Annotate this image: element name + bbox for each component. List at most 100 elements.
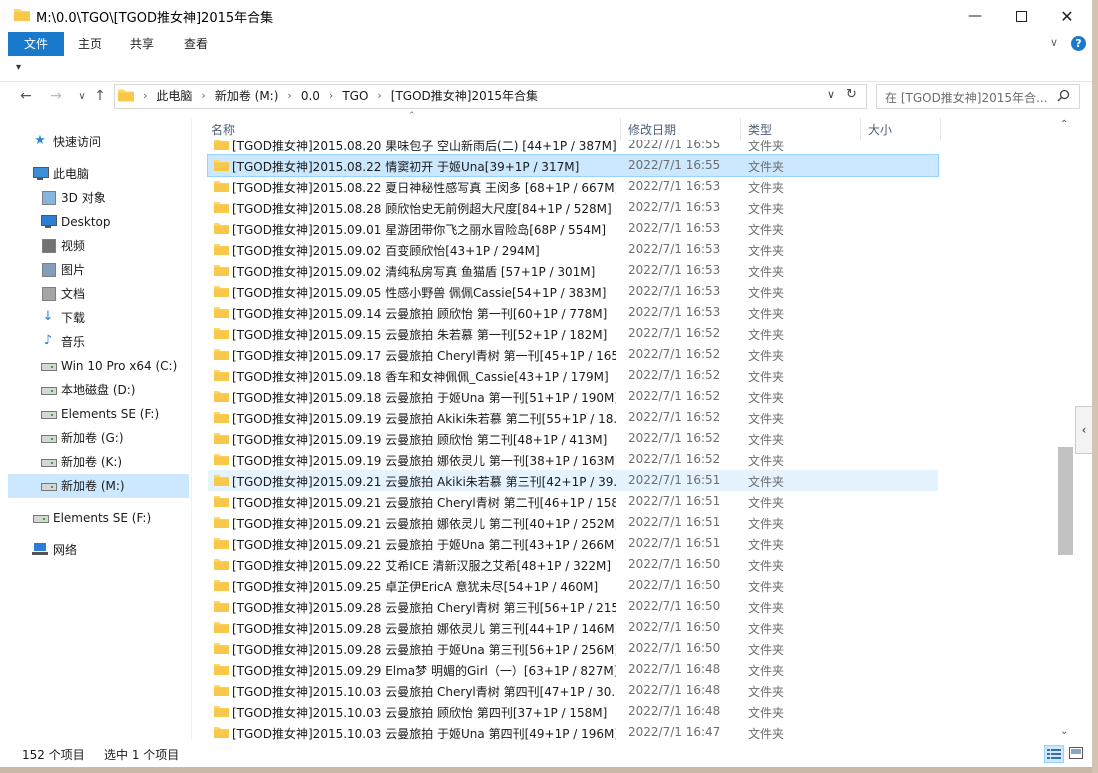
- large-icons-view-button[interactable]: [1067, 745, 1085, 761]
- file-row[interactable]: [TGOD推女神]2015.08.20 果味包子 空山新雨后(二) [44+1P…: [208, 140, 938, 155]
- sidebar-item[interactable]: 音乐: [61, 330, 85, 354]
- file-name: [TGOD推女神]2015.08.22 情窦初开 于姬Una[39+1P / 3…: [232, 160, 580, 174]
- file-name: [TGOD推女神]2015.10.03 云曼旅拍 于姬Una 第四刊[49+1P…: [232, 727, 616, 740]
- folder-icon: [214, 559, 229, 570]
- tab-file[interactable]: 文件: [8, 32, 64, 56]
- scroll-down-icon[interactable]: ⌄: [1060, 726, 1068, 737]
- up-button[interactable]: ↑: [90, 86, 110, 106]
- breadcrumb-current-folder[interactable]: [TGOD推女神]2015年合集: [387, 87, 542, 104]
- file-date-modified: 2022/7/1 16:53: [628, 242, 721, 256]
- sidebar-item[interactable]: 本地磁盘 (D:): [61, 378, 135, 402]
- sidebar-item[interactable]: Elements SE (F:): [61, 402, 159, 426]
- ribbon-expand-chevron-icon[interactable]: ∨: [1050, 36, 1058, 49]
- sidebar-item[interactable]: 下载: [61, 306, 85, 330]
- file-row[interactable]: [TGOD推女神]2015.09.25 卓芷伊EricA 意犹未尽[54+1P …: [208, 575, 938, 596]
- arrow-left-icon: ←: [20, 88, 32, 104]
- sidebar-item[interactable]: 文档: [61, 282, 85, 306]
- file-type: 文件夹: [748, 517, 785, 531]
- file-row[interactable]: [TGOD推女神]2015.09.14 云曼旅拍 顾欣怡 第一刊[60+1P /…: [208, 302, 938, 323]
- file-row[interactable]: [TGOD推女神]2015.09.21 云曼旅拍 Cheryl青树 第二刊[46…: [208, 491, 938, 512]
- file-row[interactable]: [TGOD推女神]2015.09.15 云曼旅拍 朱若慕 第一刊[52+1P /…: [208, 323, 938, 344]
- file-row[interactable]: [TGOD推女神]2015.10.03 云曼旅拍 顾欣怡 第四刊[37+1P /…: [208, 701, 938, 722]
- column-divider[interactable]: [740, 118, 741, 140]
- folder-icon: [214, 538, 229, 549]
- sidebar-item[interactable]: 3D 对象: [61, 186, 106, 210]
- file-date-modified: 2022/7/1 16:55: [628, 140, 721, 151]
- file-row[interactable]: [TGOD推女神]2015.09.22 艾希ICE 清新汉服之艾希[48+1P …: [208, 554, 938, 575]
- column-name[interactable]: 名称: [211, 121, 235, 138]
- breadcrumb-drive-m[interactable]: 新加卷 (M:): [211, 87, 283, 104]
- scrollbar-thumb[interactable]: [1058, 447, 1073, 555]
- file-row[interactable]: [TGOD推女神]2015.09.21 云曼旅拍 Akiki朱若慕 第三刊[42…: [208, 470, 938, 491]
- column-type[interactable]: 类型: [748, 121, 772, 138]
- sidebar-item[interactable]: 视频: [61, 234, 85, 258]
- sidebar-item[interactable]: 新加卷 (G:): [61, 426, 124, 450]
- file-date-modified: 2022/7/1 16:53: [628, 305, 721, 319]
- column-size[interactable]: 大小: [868, 121, 892, 138]
- sidebar-item[interactable]: 快速访问: [53, 130, 101, 154]
- file-row[interactable]: [TGOD推女神]2015.08.28 顾欣怡史无前例超大尺度[84+1P / …: [208, 197, 938, 218]
- minimize-button[interactable]: —: [952, 0, 998, 32]
- column-date-modified[interactable]: 修改日期: [628, 121, 676, 138]
- file-name: [TGOD推女神]2015.09.01 星游团带你飞之丽水冒险岛[68P / 5…: [232, 223, 606, 237]
- file-row[interactable]: [TGOD推女神]2015.09.01 星游团带你飞之丽水冒险岛[68P / 5…: [208, 218, 938, 239]
- file-row[interactable]: [TGOD推女神]2015.09.19 云曼旅拍 Akiki朱若慕 第二刊[55…: [208, 407, 938, 428]
- file-type: 文件夹: [748, 265, 785, 279]
- column-divider[interactable]: [620, 118, 621, 140]
- forward-button[interactable]: →: [46, 86, 66, 106]
- file-row[interactable]: [TGOD推女神]2015.09.19 云曼旅拍 顾欣怡 第二刊[48+1P /…: [208, 428, 938, 449]
- sidebar-item[interactable]: 图片: [61, 258, 85, 282]
- help-icon[interactable]: ?: [1071, 36, 1086, 51]
- file-row[interactable]: [TGOD推女神]2015.09.28 云曼旅拍 娜依灵儿 第三刊[44+1P …: [208, 617, 938, 638]
- file-row[interactable]: [TGOD推女神]2015.09.28 云曼旅拍 Cheryl青树 第三刊[56…: [208, 596, 938, 617]
- preview-pane-toggle[interactable]: ‹: [1075, 406, 1093, 454]
- breadcrumb-this-pc[interactable]: 此电脑: [152, 87, 196, 104]
- tab-share[interactable]: 共享: [122, 32, 162, 56]
- file-row[interactable]: [TGOD推女神]2015.09.21 云曼旅拍 娜依灵儿 第二刊[40+1P …: [208, 512, 938, 533]
- file-row[interactable]: [TGOD推女神]2015.09.18 香车和女神佩佩_Cassie[43+1P…: [208, 365, 938, 386]
- quick-access-toolbar: [0, 56, 1098, 82]
- file-row[interactable]: [TGOD推女神]2015.09.05 性感小野兽 佩佩Cassie[54+1P…: [208, 281, 938, 302]
- file-row[interactable]: [TGOD推女神]2015.08.22 情窦初开 于姬Una[39+1P / 3…: [207, 154, 939, 177]
- address-dropdown-icon[interactable]: ∨: [827, 88, 835, 101]
- details-view-button[interactable]: [1044, 745, 1064, 763]
- sidebar-item[interactable]: 新加卷 (M:): [61, 474, 125, 498]
- file-row[interactable]: [TGOD推女神]2015.09.18 云曼旅拍 于姬Una 第一刊[51+1P…: [208, 386, 938, 407]
- back-button[interactable]: ←: [16, 86, 36, 106]
- pane-divider[interactable]: [191, 118, 192, 740]
- vertical-scrollbar[interactable]: [1058, 118, 1073, 740]
- maximize-button[interactable]: [998, 0, 1044, 32]
- sidebar-item[interactable]: Elements SE (F:): [53, 506, 151, 530]
- file-date-modified: 2022/7/1 16:52: [628, 368, 721, 382]
- file-row[interactable]: [TGOD推女神]2015.09.29 Elma梦 明媚的Girl（一）[63+…: [208, 659, 938, 680]
- recent-locations-button[interactable]: ∨: [72, 86, 92, 106]
- sidebar-item[interactable]: Desktop: [61, 210, 111, 234]
- file-row[interactable]: [TGOD推女神]2015.09.02 百变顾欣怡[43+1P / 294M] 2…: [208, 239, 938, 260]
- chevron-right-icon: ›: [377, 89, 382, 102]
- sidebar-item[interactable]: 此电脑: [53, 162, 89, 186]
- file-row[interactable]: [TGOD推女神]2015.09.02 清纯私房写真 鱼猫盾 [57+1P / …: [208, 260, 938, 281]
- refresh-icon[interactable]: ↻: [846, 87, 857, 102]
- column-divider[interactable]: [860, 118, 861, 140]
- file-row[interactable]: [TGOD推女神]2015.09.17 云曼旅拍 Cheryl青树 第一刊[45…: [208, 344, 938, 365]
- quick-access-dropdown-icon[interactable]: ▾: [16, 62, 21, 73]
- close-button[interactable]: ✕: [1044, 0, 1090, 32]
- file-row[interactable]: [TGOD推女神]2015.08.22 夏日神秘性感写真 王闵多 [68+1P …: [208, 176, 938, 197]
- file-row[interactable]: [TGOD推女神]2015.09.21 云曼旅拍 于姬Una 第二刊[43+1P…: [208, 533, 938, 554]
- breadcrumb-tgo[interactable]: TGO: [338, 89, 372, 103]
- column-divider[interactable]: [940, 118, 941, 140]
- sidebar-item[interactable]: 新加卷 (K:): [61, 450, 122, 474]
- search-icon[interactable]: [1057, 89, 1070, 102]
- scroll-up-icon[interactable]: ⌃: [1060, 119, 1068, 130]
- selected-count: 选中 1 个项目: [104, 748, 180, 762]
- file-row[interactable]: [TGOD推女神]2015.10.03 云曼旅拍 于姬Una 第四刊[49+1P…: [208, 722, 938, 740]
- sidebar-item[interactable]: 网络: [53, 538, 77, 562]
- file-row[interactable]: [TGOD推女神]2015.09.28 云曼旅拍 于姬Una 第三刊[56+1P…: [208, 638, 938, 659]
- sidebar-item[interactable]: Win 10 Pro x64 (C:): [61, 354, 177, 378]
- file-row[interactable]: [TGOD推女神]2015.10.03 云曼旅拍 Cheryl青树 第四刊[47…: [208, 680, 938, 701]
- file-row[interactable]: [TGOD推女神]2015.09.19 云曼旅拍 娜依灵儿 第一刊[38+1P …: [208, 449, 938, 470]
- breadcrumb-0-0[interactable]: 0.0: [297, 89, 324, 103]
- file-date-modified: 2022/7/1 16:53: [628, 200, 721, 214]
- tab-view[interactable]: 查看: [176, 32, 216, 56]
- tab-home[interactable]: 主页: [70, 32, 110, 56]
